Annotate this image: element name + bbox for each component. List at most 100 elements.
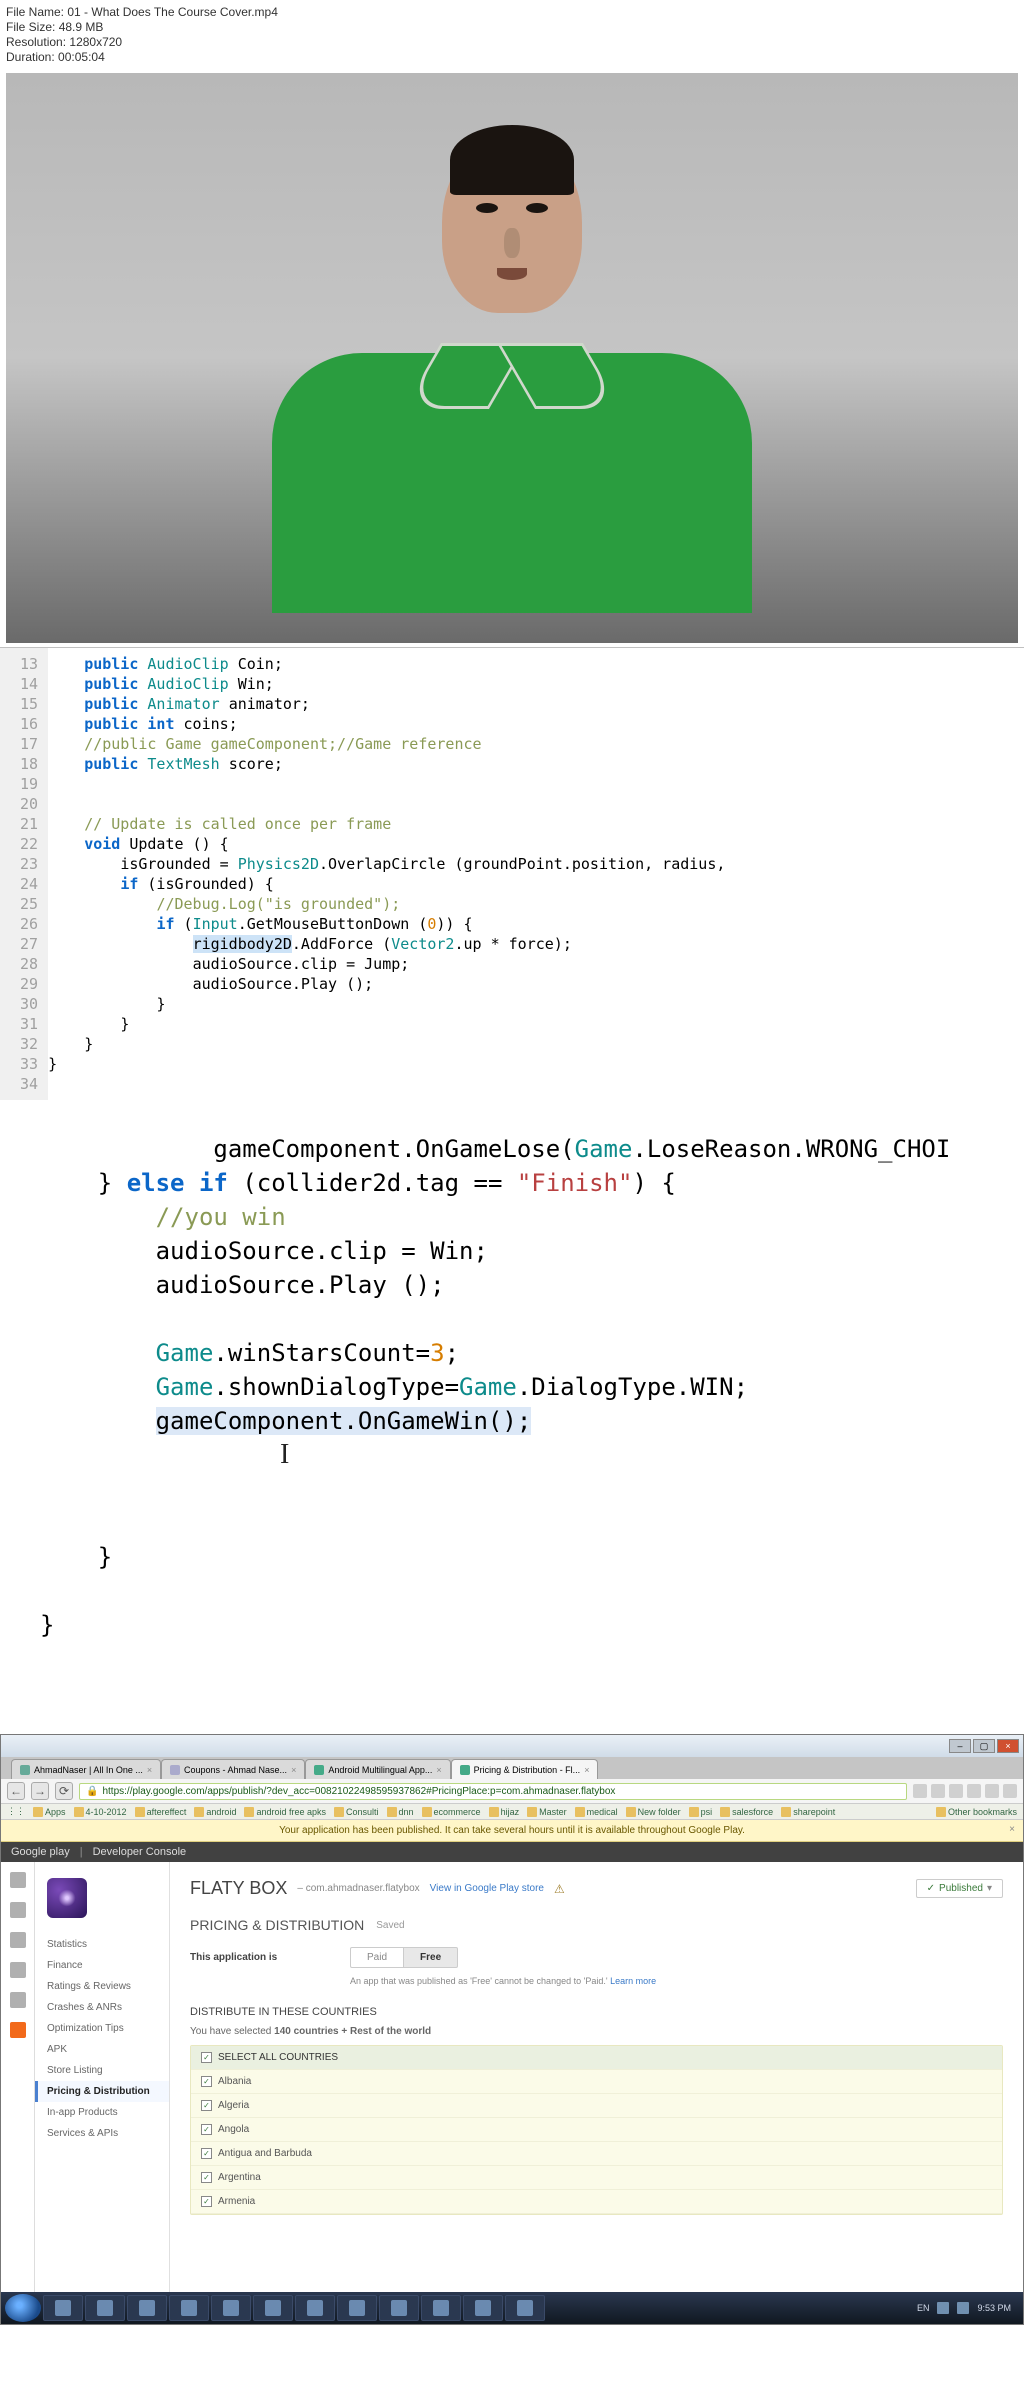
taskbar-app[interactable] <box>337 2295 377 2321</box>
checkbox-icon[interactable]: ✓ <box>201 2172 212 2183</box>
lang-indicator[interactable]: EN <box>917 2303 930 2313</box>
bookmark-item[interactable]: Consulti <box>334 1807 379 1817</box>
url-field[interactable]: 🔒 https://play.google.com/apps/publish/?… <box>79 1783 907 1800</box>
free-option[interactable]: Free <box>404 1947 458 1968</box>
maximize-button[interactable]: ▢ <box>973 1739 995 1753</box>
country-row[interactable]: ✓Albania <box>191 2070 1002 2094</box>
console-header: Google play | Developer Console <box>1 1842 1023 1862</box>
bookmark-item[interactable]: ecommerce <box>422 1807 481 1817</box>
volume-icon[interactable] <box>957 2302 969 2314</box>
checkbox-icon[interactable]: ✓ <box>201 2148 212 2159</box>
console-subtitle: Developer Console <box>93 1846 187 1858</box>
browser-tab[interactable]: Coupons - Ahmad Nase...× <box>161 1759 305 1779</box>
learn-more-link[interactable]: Learn more <box>610 1976 656 1986</box>
menu-icon[interactable] <box>1003 1784 1017 1798</box>
country-row[interactable]: ✓ Argentina <box>191 2166 1002 2190</box>
minimize-button[interactable]: – <box>949 1739 971 1753</box>
tab-close-icon[interactable]: × <box>291 1765 296 1775</box>
checkbox-icon[interactable]: ✓ <box>201 2196 212 2207</box>
ext-icon[interactable] <box>913 1784 927 1798</box>
published-button[interactable]: ✓ Published ▾ <box>916 1879 1003 1898</box>
checkbox-icon[interactable]: ✓ <box>201 2076 212 2087</box>
clock[interactable]: 9:53 PM <box>977 2303 1011 2313</box>
sidebar-item[interactable]: In-app Products <box>35 2102 169 2123</box>
checkbox-icon[interactable]: ✓ <box>201 2052 212 2063</box>
country-row[interactable]: ✓Antigua and Barbuda <box>191 2142 1002 2166</box>
countries-count: You have selected 140 countries + Rest o… <box>190 2026 1003 2037</box>
sidebar-item[interactable]: APK <box>35 2039 169 2060</box>
sidebar-item[interactable]: Pricing & Distribution <box>35 2081 169 2102</box>
taskbar-app[interactable] <box>43 2295 83 2321</box>
rail-alerts-icon[interactable] <box>10 1992 26 2008</box>
sidebar-item[interactable]: Services & APIs <box>35 2123 169 2144</box>
bookmark-item[interactable]: android <box>194 1807 236 1817</box>
bookmark-item[interactable]: sharepoint <box>781 1807 835 1817</box>
browser-tab[interactable]: AhmadNaser | All In One ...× <box>11 1759 161 1779</box>
code-editor-2[interactable]: gameComponent.OnGameLose(Game.LoseReason… <box>0 1110 1024 1722</box>
browser-tab[interactable]: Pricing & Distribution - Fl...× <box>451 1759 599 1779</box>
bookmark-item[interactable]: psi <box>689 1807 713 1817</box>
reload-button[interactable]: ⟳ <box>55 1782 73 1800</box>
other-bookmarks[interactable]: Other bookmarks <box>936 1807 1017 1817</box>
country-label: Argentina <box>218 2172 261 2183</box>
taskbar-app[interactable] <box>211 2295 251 2321</box>
bookmark-item[interactable]: salesforce <box>720 1807 773 1817</box>
taskbar-app[interactable] <box>295 2295 335 2321</box>
tab-close-icon[interactable]: × <box>436 1765 441 1775</box>
taskbar-app[interactable] <box>463 2295 503 2321</box>
bookmark-item[interactable]: hijaz <box>489 1807 520 1817</box>
file-metadata: File Name: 01 - What Does The Course Cov… <box>0 0 1024 69</box>
sidebar-item[interactable]: Store Listing <box>35 2060 169 2081</box>
bookmark-item[interactable]: 4-10-2012 <box>74 1807 127 1817</box>
bookmark-item[interactable]: Apps <box>33 1807 66 1817</box>
taskbar-app[interactable] <box>85 2295 125 2321</box>
start-button[interactable] <box>5 2294 41 2322</box>
sidebar-item[interactable]: Finance <box>35 1955 169 1976</box>
rail-settings-icon[interactable] <box>10 1962 26 1978</box>
browser-tab[interactable]: Android Multilingual App...× <box>305 1759 450 1779</box>
apps-icon[interactable]: ⋮⋮ <box>7 1806 25 1817</box>
select-all-row[interactable]: ✓ SELECT ALL COUNTRIES <box>191 2046 1002 2070</box>
rail-reports-icon[interactable] <box>10 1932 26 1948</box>
bookmark-item[interactable]: New folder <box>626 1807 681 1817</box>
ext-icon[interactable] <box>967 1784 981 1798</box>
checkbox-icon[interactable]: ✓ <box>201 2100 212 2111</box>
notice-close-icon[interactable]: × <box>1009 1824 1015 1835</box>
country-row[interactable]: ✓Algeria <box>191 2094 1002 2118</box>
taskbar-app[interactable] <box>379 2295 419 2321</box>
close-button[interactable]: × <box>997 1739 1019 1753</box>
tab-close-icon[interactable]: × <box>584 1765 589 1775</box>
code-body[interactable]: public AudioClip Coin; public AudioClip … <box>48 648 734 1100</box>
window-titlebar: – ▢ × <box>1 1735 1023 1757</box>
pricing-toggle[interactable]: Paid Free <box>350 1947 458 1968</box>
taskbar-app[interactable] <box>421 2295 461 2321</box>
paid-option[interactable]: Paid <box>350 1947 404 1968</box>
ext-icon[interactable] <box>931 1784 945 1798</box>
bookmark-item[interactable]: aftereffect <box>135 1807 187 1817</box>
ext-icon[interactable] <box>985 1784 999 1798</box>
bookmark-item[interactable]: android free apks <box>244 1807 326 1817</box>
taskbar-app[interactable] <box>169 2295 209 2321</box>
view-in-store-link[interactable]: View in Google Play store <box>430 1883 544 1894</box>
rail-game-icon[interactable] <box>10 1902 26 1918</box>
sidebar-item[interactable]: Crashes & ANRs <box>35 1997 169 2018</box>
checkbox-icon[interactable]: ✓ <box>201 2124 212 2135</box>
bookmark-item[interactable]: medical <box>575 1807 618 1817</box>
rail-android-icon[interactable] <box>10 1872 26 1888</box>
tray-icon[interactable] <box>937 2302 949 2314</box>
sidebar-item[interactable]: Ratings & Reviews <box>35 1976 169 1997</box>
back-button[interactable]: ← <box>7 1782 25 1800</box>
taskbar-app[interactable] <box>253 2295 293 2321</box>
forward-button[interactable]: → <box>31 1782 49 1800</box>
bookmark-item[interactable]: dnn <box>387 1807 414 1817</box>
bookmark-item[interactable]: Master <box>527 1807 567 1817</box>
tab-close-icon[interactable]: × <box>147 1765 152 1775</box>
country-row[interactable]: ✓Angola <box>191 2118 1002 2142</box>
taskbar-app[interactable] <box>127 2295 167 2321</box>
taskbar-app[interactable] <box>505 2295 545 2321</box>
sidebar-item[interactable]: Optimization Tips <box>35 2018 169 2039</box>
sidebar-item[interactable]: Statistics <box>35 1934 169 1955</box>
ext-icon[interactable] <box>949 1784 963 1798</box>
rail-selected-icon[interactable] <box>10 2022 26 2038</box>
country-row[interactable]: ✓Armenia <box>191 2190 1002 2214</box>
